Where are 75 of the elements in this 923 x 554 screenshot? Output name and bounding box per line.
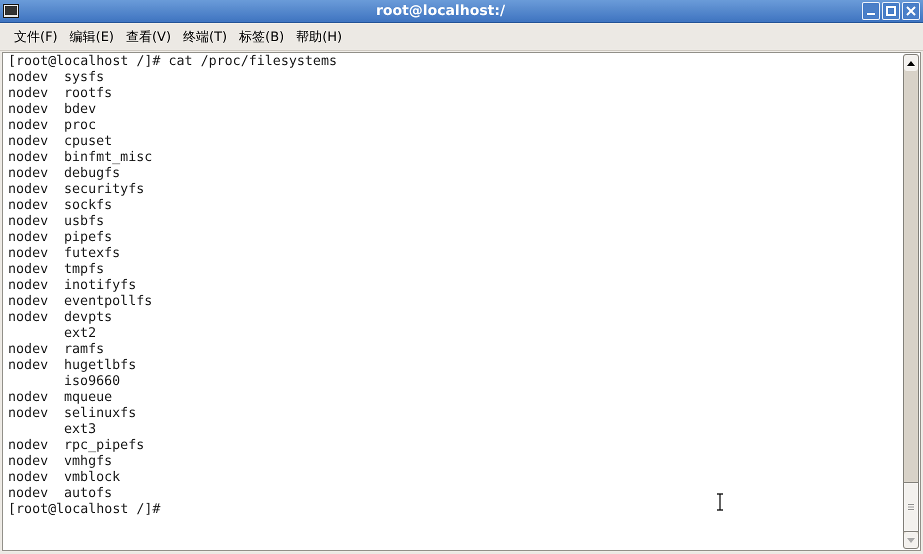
close-button[interactable] [902,2,920,20]
output-text: nodev [8,246,48,261]
output-text: eventpollfs [64,294,152,310]
output-text: selinuxfs [64,406,136,422]
output-text: nodev [8,310,48,325]
output-text: nodev [8,102,48,117]
output-text: nodev [8,438,48,453]
output-text: nodev [8,294,48,309]
output-text: nodev [8,470,48,485]
output-text: nodev [8,390,48,405]
output-text: nodev [8,86,48,101]
scroll-up-button[interactable] [904,55,918,71]
output-text: devpts [64,310,112,326]
output-text: nodev [8,358,48,373]
output-text: vmhgfs [64,454,112,470]
output-text: nodev [8,166,48,181]
scroll-thumb[interactable] [904,482,918,532]
output-text: cpuset [64,134,112,150]
output-text: mqueue [64,390,112,406]
output-text: nodev [8,278,48,293]
output-text: bdev [64,102,96,118]
window-title: root@localhost:/ [374,3,506,19]
output-text: ext2 [64,326,96,342]
scrollbar[interactable] [903,54,919,549]
text-cursor-icon [716,493,724,511]
output-text: usbfs [64,214,104,230]
output-text: iso9660 [64,374,120,390]
output-text: tmpfs [64,262,104,278]
output-text: proc [64,118,96,134]
grip-icon [907,503,915,511]
up-arrow-icon [907,60,915,66]
output-text: nodev [8,150,48,165]
output-text: nodev [8,182,48,197]
command-line: [root@localhost /]# cat /proc/filesystems [8,54,338,70]
output-text: nodev [8,262,48,277]
output-text: nodev [8,118,48,133]
output-text: nodev [8,214,48,229]
menu-item[interactable]: 帮助(H) [290,28,348,46]
menu-item[interactable]: 终端(T) [177,28,234,46]
maximize-icon [886,6,896,16]
output-text: rpc_pipefs [64,438,144,454]
minimize-icon [867,13,875,15]
output-text: pipefs [64,230,112,246]
output-text: nodev [8,406,48,421]
output-text: nodev [8,70,48,85]
output-text: securityfs [64,182,144,198]
output-text: ext3 [64,422,96,438]
close-icon [906,6,916,16]
minimize-button[interactable] [862,2,880,20]
output-text: nodev [8,342,48,357]
output-text: vmblock [64,470,120,486]
output-text: autofs [64,486,112,502]
output-text: futexfs [64,246,120,262]
maximize-button[interactable] [882,2,900,20]
output-text: nodev [8,134,48,149]
output-text: nodev [8,486,48,501]
output-text: ramfs [64,342,104,358]
output-text: hugetlbfs [64,358,136,374]
terminal-icon [3,4,19,18]
output-text: sockfs [64,198,112,214]
output-text: binfmt_misc [64,150,152,166]
menu-item[interactable]: 编辑(E) [64,28,120,46]
scroll-down-button[interactable] [904,532,918,548]
output-text: nodev [8,198,48,213]
menu-item[interactable]: 文件(F) [8,28,64,46]
menu-item[interactable]: 查看(V) [120,28,178,46]
output-text: sysfs [64,70,104,86]
output-text: rootfs [64,86,112,102]
menu-item[interactable]: 标签(B) [233,28,290,46]
output-text: nodev [8,454,48,469]
prompt-line: [root@localhost /]# [8,502,162,518]
output-text: nodev [8,230,48,245]
output-text: inotifyfs [64,278,136,294]
down-arrow-icon [907,538,915,542]
output-text: debugfs [64,166,120,182]
